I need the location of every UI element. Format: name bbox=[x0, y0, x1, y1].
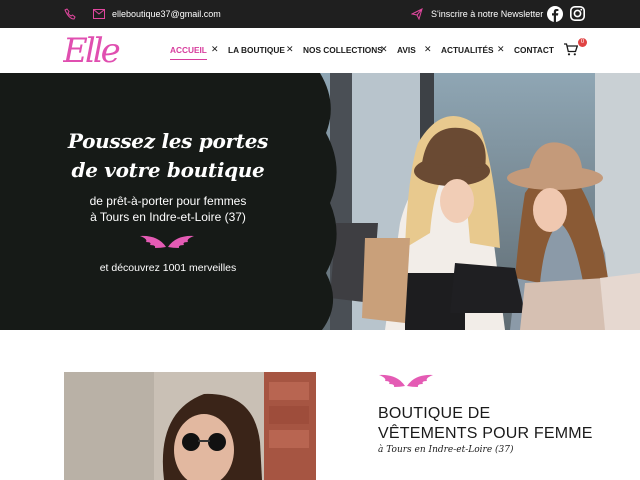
elle-logo[interactable]: Elle bbox=[63, 32, 127, 68]
section-title-line2: VÊTEMENTS POUR FEMME bbox=[378, 425, 593, 442]
nav-item-avis[interactable]: AVIS bbox=[397, 45, 416, 55]
nav-item-actualites[interactable]: ACTUALITÉS bbox=[441, 45, 494, 55]
instagram-icon[interactable] bbox=[570, 6, 585, 21]
separator-icon: ✕ bbox=[497, 44, 505, 54]
woman-sunglasses-photo bbox=[64, 372, 316, 480]
top-bar: elleboutique37@gmail.com S'inscrire à no… bbox=[0, 0, 640, 28]
email-link[interactable]: elleboutique37@gmail.com bbox=[112, 9, 221, 19]
separator-icon: ✕ bbox=[211, 44, 219, 54]
hero-banner: Poussez les portes de votre boutique de … bbox=[0, 73, 640, 330]
separator-icon: ✕ bbox=[424, 44, 432, 54]
nav-item-la-boutique[interactable]: LA BOUTIQUE bbox=[228, 45, 285, 55]
newsletter-link[interactable]: S'inscrire à notre Newsletter bbox=[431, 9, 543, 19]
send-icon bbox=[411, 8, 423, 20]
cart-count-badge: 0 bbox=[578, 38, 587, 47]
section-title-line1: BOUTIQUE DE bbox=[378, 405, 491, 422]
hero-title-line1: Poussez les portes bbox=[67, 129, 269, 153]
wings-icon bbox=[379, 374, 433, 387]
separator-icon: ✕ bbox=[286, 44, 294, 54]
nav-item-accueil[interactable]: ACCUEIL bbox=[170, 45, 207, 60]
section-subtitle: à Tours en Indre-et-Loire (37) bbox=[378, 445, 514, 455]
hero-subtitle-line2: à Tours en Indre-et-Loire (37) bbox=[90, 210, 246, 224]
separator-icon: ✕ bbox=[380, 44, 388, 54]
svg-text:Elle: Elle bbox=[63, 32, 120, 68]
hero-subtitle-line1: de prêt-à-porter pour femmes bbox=[89, 194, 247, 208]
mail-icon[interactable] bbox=[93, 9, 105, 19]
nav-item-nos-collections[interactable]: NOS COLLECTIONS bbox=[303, 45, 383, 55]
wings-icon bbox=[140, 235, 194, 248]
nav-item-contact[interactable]: CONTACT bbox=[514, 45, 554, 55]
hero-text-block: Poussez les portes de votre boutique de … bbox=[0, 73, 340, 330]
cart-icon[interactable] bbox=[564, 43, 578, 56]
facebook-icon[interactable] bbox=[547, 6, 563, 22]
section-title: BOUTIQUE DE VÊTEMENTS POUR FEMME bbox=[378, 404, 593, 444]
phone-icon[interactable] bbox=[64, 8, 76, 20]
hero-tagline: et découvrez 1001 merveilles bbox=[99, 262, 237, 274]
hero-title-line2: de votre boutique bbox=[71, 158, 265, 182]
